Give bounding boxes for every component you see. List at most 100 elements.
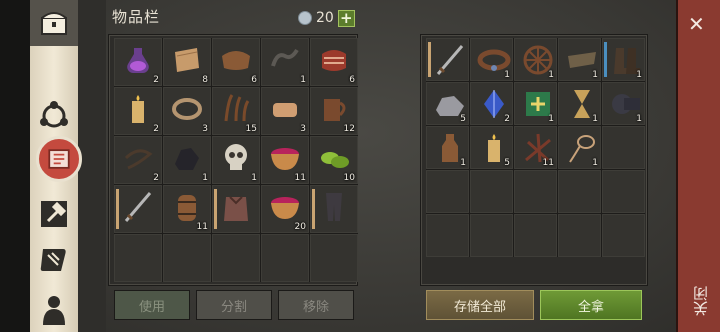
storage-slot[interactable] <box>602 126 645 169</box>
inventory-slot[interactable]: 6 <box>212 38 260 86</box>
inventory-slot[interactable] <box>163 234 211 282</box>
storage-slot[interactable]: 1 <box>558 38 601 81</box>
inventory-slot[interactable] <box>310 234 358 282</box>
inventory-slot[interactable]: 3 <box>261 87 309 135</box>
sidebar-tab-character[interactable] <box>34 290 74 330</box>
inventory-slot[interactable]: 1 <box>212 136 260 184</box>
item-count: 1 <box>592 158 598 168</box>
skull-icon <box>225 144 247 170</box>
storage-slot[interactable]: 1 <box>558 126 601 169</box>
item-count: 1 <box>202 173 208 183</box>
leather-icon <box>222 51 250 70</box>
inventory-slot[interactable]: 11 <box>163 185 211 233</box>
item-count: 1 <box>251 173 257 183</box>
storage-slot[interactable]: 1 <box>514 38 557 81</box>
item-count: 5 <box>504 158 510 168</box>
storage-slot[interactable] <box>558 214 601 257</box>
inventory-slot[interactable]: 1 <box>261 38 309 86</box>
inventory-slot[interactable] <box>212 185 260 233</box>
sidebar-inner <box>78 0 106 332</box>
inventory-slot[interactable] <box>310 185 358 233</box>
item-count: 5 <box>460 114 466 124</box>
item-count: 11 <box>196 222 208 232</box>
cloth-bundle-icon <box>273 103 297 117</box>
storage-slot[interactable] <box>470 170 513 213</box>
item-count: 6 <box>349 75 355 85</box>
split-button[interactable]: 分割 <box>196 290 272 320</box>
sword-icon <box>436 45 464 75</box>
sword-icon <box>124 192 152 222</box>
storage-slot[interactable]: 1 <box>426 126 469 169</box>
storage-slot[interactable] <box>514 214 557 257</box>
inventory-slot[interactable] <box>261 234 309 282</box>
storage-slot[interactable]: 5 <box>426 82 469 125</box>
barrel-icon <box>178 195 196 221</box>
inventory-slot[interactable]: 2 <box>114 87 162 135</box>
inventory-slot[interactable]: 20 <box>261 185 309 233</box>
close-label[interactable]: 关闭 <box>690 286 711 316</box>
inventory-tab-icon <box>48 149 70 169</box>
inventory-slot[interactable]: 10 <box>310 136 358 184</box>
storage-slot[interactable] <box>602 214 645 257</box>
item-count: 1 <box>504 70 510 80</box>
item-count: 2 <box>153 75 159 85</box>
storage-slot[interactable]: 1 <box>602 38 645 81</box>
capacity-value: 20 <box>316 10 334 26</box>
storage-slot[interactable] <box>426 170 469 213</box>
sidebar-tab-chest[interactable] <box>30 0 78 46</box>
inventory-slot[interactable] <box>114 185 162 233</box>
take-all-button[interactable]: 全拿 <box>540 290 642 320</box>
item-count: 1 <box>636 70 642 80</box>
inventory-slot[interactable]: 1 <box>163 136 211 184</box>
store-all-button[interactable]: 存储全部 <box>426 290 534 320</box>
storage-slot[interactable]: 1 <box>602 82 645 125</box>
storage-slot[interactable]: 2 <box>470 82 513 125</box>
scroll-icon <box>40 249 66 271</box>
inventory-slot[interactable]: 6 <box>310 38 358 86</box>
sidebar-tab-inventory[interactable] <box>36 136 82 182</box>
item-count: 10 <box>343 173 355 183</box>
pants-icon <box>326 193 342 221</box>
item-count: 8 <box>202 75 208 85</box>
meat-icon <box>322 50 346 71</box>
storage-slot[interactable] <box>558 170 601 213</box>
item-count: 1 <box>548 70 554 80</box>
add-capacity-button[interactable]: + <box>337 9 355 27</box>
storage-slot[interactable]: 11 <box>514 126 557 169</box>
herb-icon <box>224 94 250 122</box>
inventory-slot[interactable] <box>212 234 260 282</box>
page-title: 物品栏 <box>112 8 161 26</box>
close-panel[interactable]: ✕ 关闭 <box>676 0 720 332</box>
item-count: 12 <box>343 124 355 134</box>
inventory-slot[interactable]: 15 <box>212 87 260 135</box>
inventory-slot[interactable] <box>114 234 162 282</box>
storage-slot[interactable] <box>602 170 645 213</box>
inventory-slot[interactable]: 2 <box>114 136 162 184</box>
storage-slot[interactable] <box>426 214 469 257</box>
sidebar-tab-crafting[interactable] <box>34 96 74 136</box>
storage-slot[interactable]: 1 <box>558 82 601 125</box>
storage-slot[interactable]: 1 <box>514 82 557 125</box>
item-count: 2 <box>153 173 159 183</box>
storage-slot[interactable]: 5 <box>470 126 513 169</box>
remove-button[interactable]: 移除 <box>278 290 354 320</box>
capacity-icon <box>298 11 312 25</box>
inventory-slot[interactable]: 8 <box>163 38 211 86</box>
character-icon <box>43 296 65 325</box>
inventory-slot[interactable]: 3 <box>163 87 211 135</box>
use-button[interactable]: 使用 <box>114 290 190 320</box>
storage-slot[interactable] <box>514 170 557 213</box>
sidebar-tab-build[interactable] <box>34 194 74 234</box>
storage-slot[interactable] <box>470 214 513 257</box>
inventory-slot[interactable]: 11 <box>261 136 309 184</box>
inventory-slot[interactable]: 2 <box>114 38 162 86</box>
inventory-slot[interactable]: 12 <box>310 87 358 135</box>
item-count: 15 <box>245 124 257 134</box>
sidebar-rail <box>0 0 30 332</box>
close-icon[interactable]: ✕ <box>688 12 705 36</box>
storage-slot[interactable] <box>426 38 469 81</box>
sidebar-tab-map[interactable] <box>34 240 74 280</box>
storage-slot[interactable]: 1 <box>470 38 513 81</box>
chest-icon <box>41 12 67 35</box>
item-count: 3 <box>300 124 306 134</box>
